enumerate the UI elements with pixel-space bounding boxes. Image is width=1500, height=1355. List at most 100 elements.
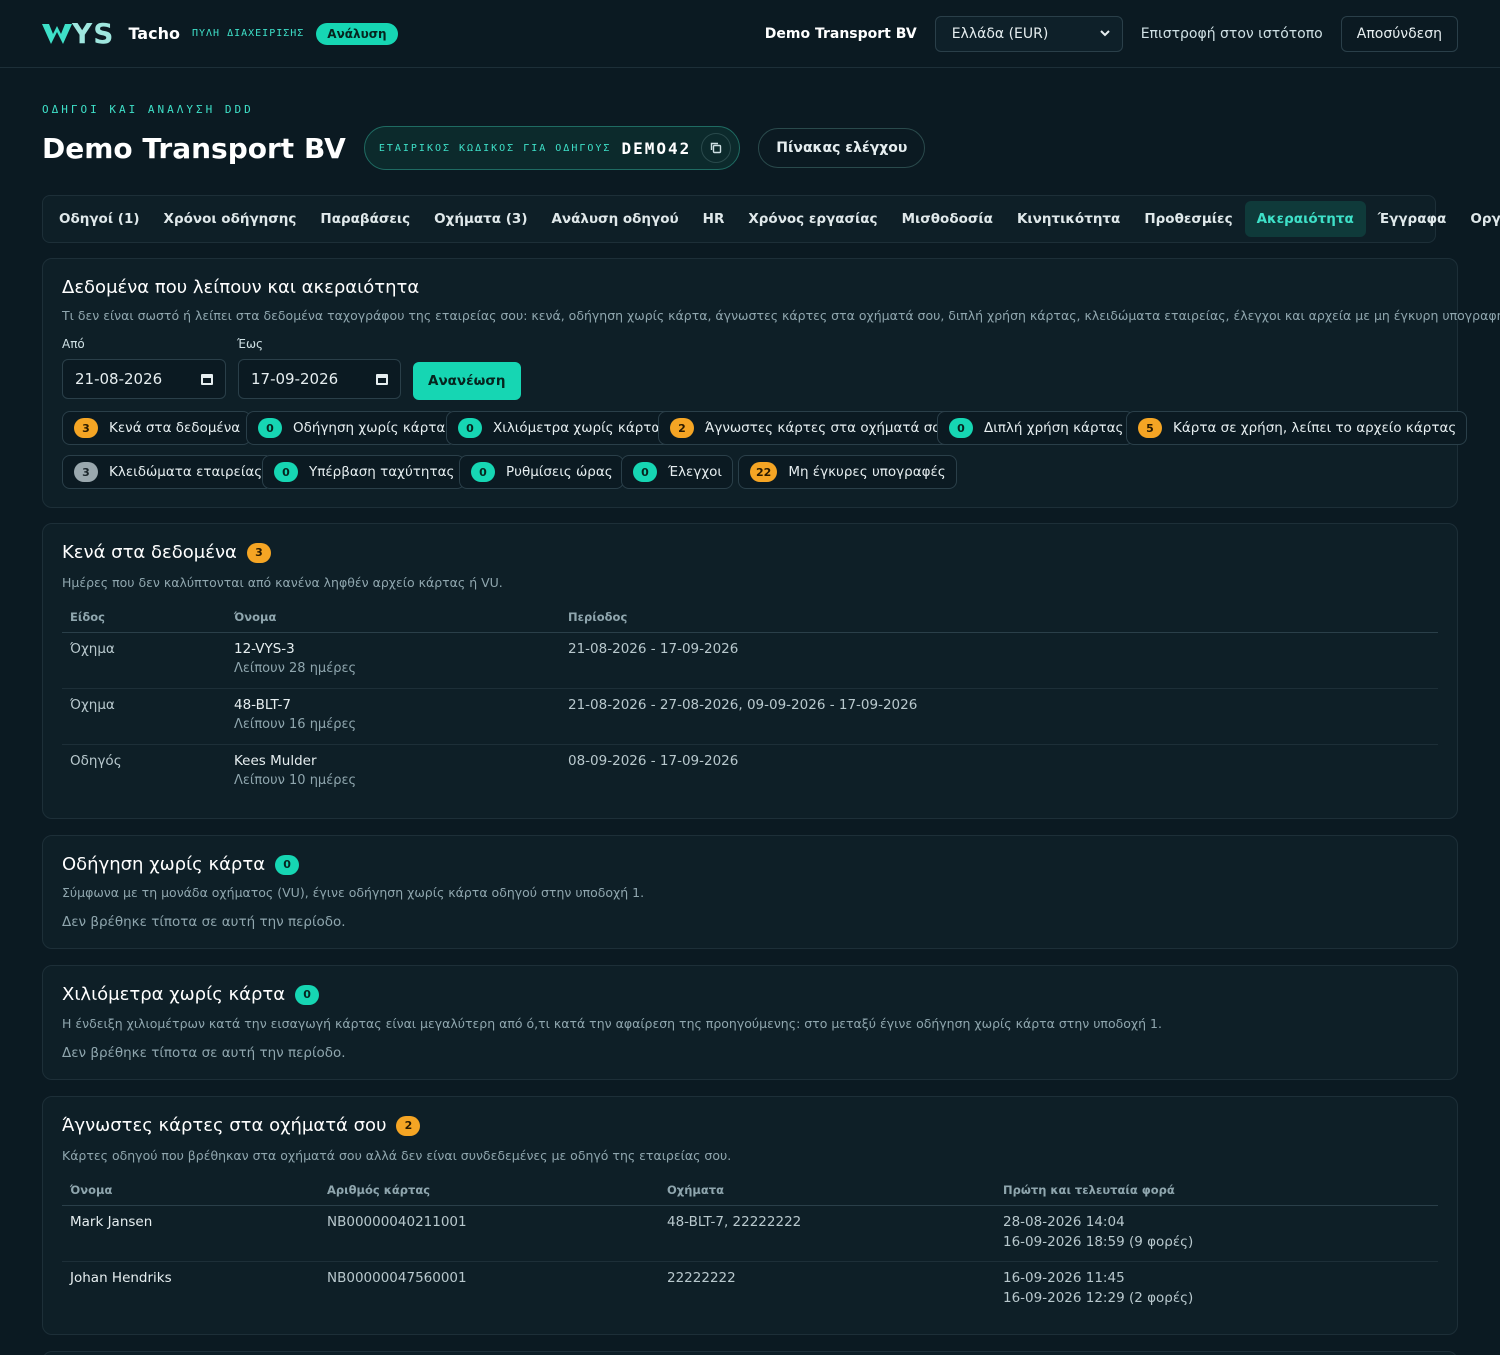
table-row[interactable]: Johan Hendriks NB00000047560001 22222222… — [62, 1262, 1438, 1318]
company-code-box: ΕΤΑΙΡΙΚΟΣ ΚΩΔΙΚΟΣ ΓΙΑ ΟΔΗΓΟΥΣ DEMO42 — [363, 126, 741, 170]
tab-vehicles[interactable]: Οχήματα (3) — [422, 201, 539, 237]
top-bar: YS Tacho ΠΥΛΗ ΔΙΑΧΕΙΡΙΣΗΣ Ανάλυση Demo T… — [0, 0, 1500, 68]
column-header: Είδος — [70, 610, 105, 624]
integrity-description: Τι δεν είναι σωστό ή λείπει στα δεδομένα… — [62, 308, 1500, 323]
tab-working-time[interactable]: Χρόνος εργασίας — [736, 201, 889, 237]
row-name-cell: 48-BLT-7 Λείπουν 16 ημέρες — [234, 697, 356, 732]
chip-label: Έλεγχοι — [668, 464, 722, 480]
tab-driver-analysis[interactable]: Ανάλυση οδηγού — [539, 201, 690, 237]
chip-invalid-signatures[interactable]: 22 Μη έγκυρες υπογραφές — [738, 455, 957, 489]
row-period: 08-09-2026 - 17-09-2026 — [568, 753, 739, 769]
calendar-icon — [201, 373, 213, 385]
row-last-seen: 16-09-2026 18:59 (9 φορές) — [1003, 1234, 1194, 1250]
row-name: Kees Mulder — [234, 753, 317, 769]
tab-drivers[interactable]: Οδηγοί (1) — [47, 201, 152, 237]
tab-hr[interactable]: HR — [691, 201, 737, 237]
row-first-last-cell: 28-08-2026 14:04 16-09-2026 18:59 (9 φορ… — [1003, 1214, 1193, 1250]
empty-state: Δεν βρέθηκε τίποτα σε αυτή την περίοδο. — [62, 914, 346, 930]
table-row[interactable]: Οδηγός Kees Mulder Λείπουν 10 ημέρες 08-… — [62, 745, 1438, 801]
company-name: Demo Transport BV — [764, 25, 917, 42]
chip-count: 3 — [74, 418, 98, 438]
chip-controls[interactable]: 0 Έλεγχοι — [621, 455, 733, 489]
row-name-cell: Kees Mulder Λείπουν 10 ημέρες — [234, 753, 356, 788]
chip-count: 0 — [471, 462, 495, 482]
dashboard-button[interactable]: Πίνακας ελέγχου — [758, 128, 926, 168]
row-name: Mark Jansen — [70, 1214, 153, 1230]
unknown-cards-table: Όνομα Αριθμός κάρτας Οχήματα Πρώτη και τ… — [62, 1178, 1438, 1318]
tab-payroll[interactable]: Μισθοδοσία — [890, 201, 1005, 237]
km-without-card-title: Χιλιόμετρα χωρίς κάρτα — [62, 984, 286, 1005]
company-code-label: ΕΤΑΙΡΙΚΟΣ ΚΩΔΙΚΟΣ ΓΙΑ ΟΔΗΓΟΥΣ — [378, 142, 612, 154]
from-date-input[interactable]: 21-08-2026 — [62, 359, 226, 399]
unknown-cards-title-row: Άγνωστες κάρτες στα οχήματά σου 2 — [62, 1115, 421, 1136]
table-row[interactable]: Mark Jansen NB00000040211001 48-BLT-7, 2… — [62, 1206, 1438, 1262]
row-missing-days: Λείπουν 28 ημέρες — [234, 661, 357, 676]
logout-button[interactable]: Αποσύνδεση — [1340, 15, 1458, 52]
row-name: 12-VYS-3 — [234, 641, 295, 657]
chip-double-card-use[interactable]: 0 Διπλή χρήση κάρτας — [937, 411, 1135, 445]
tab-deadlines[interactable]: Προθεσμίες — [1132, 201, 1244, 237]
km-without-card-card: Χιλιόμετρα χωρίς κάρτα 0 Η ένδειξη χιλιο… — [42, 965, 1458, 1080]
table-header: Είδος Όνομα Περίοδος — [62, 605, 1438, 633]
chip-time-adjustments[interactable]: 0 Ρυθμίσεις ώρας — [459, 455, 624, 489]
chip-count: 0 — [274, 462, 298, 482]
tab-integrity[interactable]: Ακεραιότητα — [1244, 201, 1366, 237]
chip-label: Οδήγηση χωρίς κάρτα — [293, 420, 446, 436]
unknown-cards-card: Άγνωστες κάρτες στα οχήματά σου 2 Κάρτες… — [42, 1096, 1458, 1335]
chip-count: 0 — [258, 418, 282, 438]
data-gaps-table: Είδος Όνομα Περίοδος Όχημα 12-VYS-3 Λείπ… — [62, 605, 1438, 801]
driving-without-card-title-row: Οδήγηση χωρίς κάρτα 0 — [62, 854, 300, 875]
chip-data-gaps[interactable]: 3 Κενά στα δεδομένα — [62, 411, 252, 445]
row-card-number: NB00000040211001 — [327, 1214, 467, 1230]
copy-code-button[interactable] — [701, 133, 732, 163]
chip-card-file-missing[interactable]: 5 Κάρτα σε χρήση, λείπει το αρχείο κάρτα… — [1126, 411, 1468, 445]
back-to-website-link[interactable]: Επιστροφή στον ιστότοπο — [1141, 26, 1323, 42]
tab-organization[interactable]: Οργανισμός — [1458, 201, 1500, 237]
column-header: Περίοδος — [568, 610, 628, 624]
row-type: Όχημα — [70, 697, 115, 713]
from-label: Από — [62, 337, 85, 351]
table-row[interactable]: Όχημα 48-BLT-7 Λείπουν 16 ημέρες 21-08-2… — [62, 689, 1438, 745]
row-vehicles: 22222222 — [667, 1270, 736, 1286]
chip-label: Κάρτα σε χρήση, λείπει το αρχείο κάρτας — [1173, 420, 1457, 436]
page-eyebrow: ΟΔΗΓΟΙ ΚΑΙ ΑΝΑΛΥΣΗ DDD — [42, 103, 254, 116]
km-without-card-count: 0 — [295, 984, 320, 1005]
chip-count: 0 — [949, 418, 973, 438]
table-row[interactable]: Όχημα 12-VYS-3 Λείπουν 28 ημέρες 21-08-2… — [62, 633, 1438, 689]
column-header: Πρώτη και τελευταία φορά — [1003, 1183, 1175, 1197]
row-first-last-cell: 16-09-2026 11:45 16-09-2026 12:29 (2 φορ… — [1003, 1270, 1193, 1306]
chip-driving-without-card[interactable]: 0 Οδήγηση χωρίς κάρτα — [246, 411, 457, 445]
tab-documents[interactable]: Έγγραφα — [1366, 201, 1459, 237]
row-period: 21-08-2026 - 27-08-2026, 09-09-2026 - 17… — [568, 697, 918, 713]
refresh-button[interactable]: Ανανέωση — [413, 362, 521, 400]
chip-km-without-card[interactable]: 0 Χιλιόμετρα χωρίς κάρτα — [446, 411, 672, 445]
row-type: Οδηγός — [70, 753, 122, 769]
tab-mobility[interactable]: Κινητικότητα — [1005, 201, 1132, 237]
row-first-seen: 16-09-2026 11:45 — [1003, 1270, 1125, 1286]
row-missing-days: Λείπουν 10 ημέρες — [234, 773, 357, 788]
logo-subtitle: ΠΥΛΗ ΔΙΑΧΕΙΡΙΣΗΣ — [191, 28, 305, 39]
tab-infringements[interactable]: Παραβάσεις — [308, 201, 422, 237]
chip-count: 0 — [633, 462, 657, 482]
row-card-number: NB00000047560001 — [327, 1270, 467, 1286]
column-header: Αριθμός κάρτας — [327, 1183, 431, 1197]
driving-without-card-description: Σύμφωνα με τη μονάδα οχήματος (VU), έγιν… — [62, 885, 645, 900]
driving-without-card-count: 0 — [275, 854, 300, 875]
table-header: Όνομα Αριθμός κάρτας Οχήματα Πρώτη και τ… — [62, 1178, 1438, 1206]
chip-company-locks[interactable]: 3 Κλειδώματα εταιρείας — [62, 455, 274, 489]
calendar-icon — [376, 373, 388, 385]
tab-driving-times[interactable]: Χρόνοι οδήγησης — [152, 201, 309, 237]
logo-ys: YS — [72, 17, 115, 50]
country-select[interactable]: Ελλάδα (EUR) — [934, 15, 1123, 52]
to-date-input[interactable]: 17-09-2026 — [238, 359, 401, 399]
country-select-value: Ελλάδα (EUR) — [951, 25, 1049, 42]
chip-unknown-cards[interactable]: 2 Άγνωστες κάρτες στα οχήματά σου — [658, 411, 960, 445]
brand-logo[interactable]: YS Tacho ΠΥΛΗ ΔΙΑΧΕΙΡΙΣΗΣ — [42, 17, 304, 50]
empty-state: Δεν βρέθηκε τίποτα σε αυτή την περίοδο. — [62, 1045, 346, 1061]
chip-overspeed[interactable]: 0 Υπέρβαση ταχύτητας — [262, 455, 466, 489]
data-gaps-title-row: Κενά στα δεδομένα 3 — [62, 542, 271, 563]
data-gaps-title: Κενά στα δεδομένα — [62, 542, 237, 563]
next-section-card — [42, 1351, 1458, 1355]
row-period: 21-08-2026 - 17-09-2026 — [568, 641, 739, 657]
company-code-value: DEMO42 — [621, 138, 692, 158]
